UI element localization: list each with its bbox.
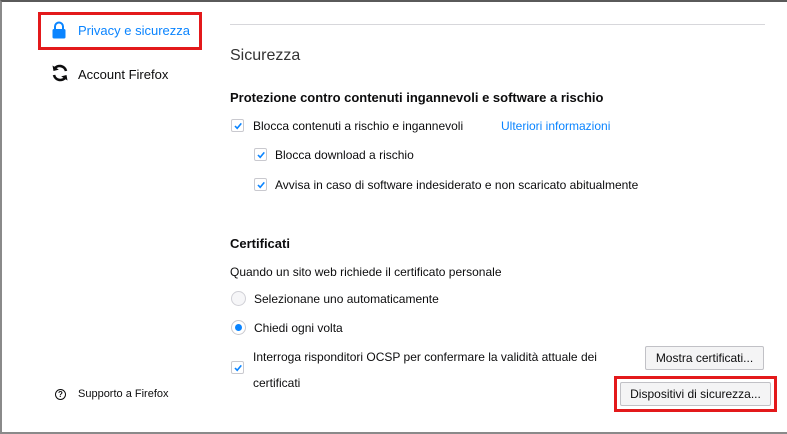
sidebar: Privacy e sicurezza Account Firefox ? Su… <box>0 0 205 434</box>
ocsp-label-line2: certificati <box>253 376 301 390</box>
block-downloads-checkbox[interactable] <box>254 148 267 161</box>
sidebar-item-label: Account Firefox <box>78 67 169 82</box>
view-certificates-button[interactable]: Mostra certificati... <box>645 346 764 370</box>
block-dangerous-label: Blocca contenuti a rischio e ingannevoli <box>253 119 464 133</box>
radio-ask-every-time-label: Chiedi ogni volta <box>254 321 343 335</box>
section-title: Sicurezza <box>230 47 301 64</box>
warn-unwanted-label: Avvisa in caso di software indesiderato … <box>275 178 639 192</box>
sidebar-item-account[interactable]: Account Firefox <box>50 62 200 86</box>
radio-select-automatically-label: Selezionane uno automaticamente <box>254 292 439 306</box>
certificates-heading: Certificati <box>230 236 290 251</box>
checkmark-icon <box>257 151 265 159</box>
warn-unwanted-checkbox[interactable] <box>254 178 267 191</box>
phishing-heading: Protezione contro contenuti ingannevoli … <box>230 90 604 105</box>
radio-select-automatically[interactable] <box>231 291 246 306</box>
checkmark-icon <box>257 181 265 189</box>
sync-icon <box>50 63 70 86</box>
support-link[interactable]: ? Supporto a Firefox <box>55 388 169 400</box>
highlight-annotation <box>614 376 777 412</box>
radio-ask-every-time[interactable] <box>231 320 246 335</box>
help-icon: ? <box>55 388 66 400</box>
block-dangerous-checkbox[interactable] <box>231 119 244 132</box>
learn-more-link[interactable]: Ulteriori informazioni <box>501 119 610 133</box>
ocsp-checkbox[interactable] <box>231 361 244 374</box>
block-downloads-label: Blocca download a rischio <box>275 148 414 162</box>
highlight-annotation <box>38 12 202 50</box>
support-label: Supporto a Firefox <box>78 388 169 400</box>
certificates-description: Quando un sito web richiede il certifica… <box>230 265 502 279</box>
top-divider <box>230 24 765 25</box>
checkmark-icon <box>234 364 242 372</box>
ocsp-label-line1: Interroga risponditori OCSP per conferma… <box>253 350 597 364</box>
checkmark-icon <box>234 122 242 130</box>
